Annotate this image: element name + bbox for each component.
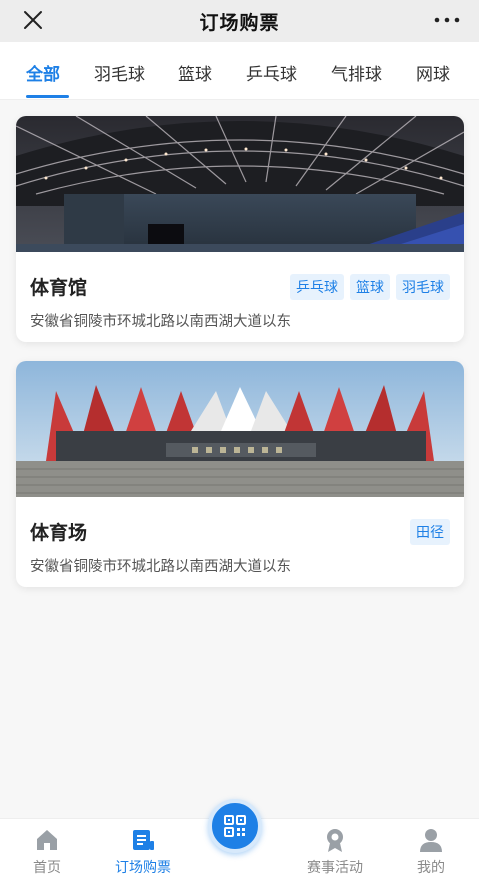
sport-tag: 篮球 bbox=[350, 274, 390, 300]
nav-booking[interactable]: 订场购票 bbox=[108, 827, 178, 877]
venue-name: 体育场 bbox=[30, 522, 88, 544]
title-bar: 订场购票 bbox=[0, 0, 479, 42]
venue-card[interactable]: 体育场 田径 安徽省铜陵市环城北路以南西湖大道以东 bbox=[16, 361, 464, 587]
nav-events[interactable]: 赛事活动 bbox=[300, 827, 370, 877]
category-tabs: 全部 羽毛球 篮球 乒乓球 气排球 网球 bbox=[0, 42, 479, 100]
ticket-icon bbox=[133, 830, 154, 850]
medal-icon bbox=[327, 829, 343, 852]
active-tab-indicator bbox=[26, 95, 69, 98]
sport-tag: 田径 bbox=[410, 519, 450, 545]
tab-air-volleyball[interactable]: 气排球 bbox=[331, 60, 382, 85]
tab-badminton[interactable]: 羽毛球 bbox=[94, 60, 145, 85]
tab-all[interactable]: 全部 bbox=[26, 60, 60, 85]
scan-button[interactable] bbox=[208, 799, 262, 853]
sport-tag: 乒乓球 bbox=[290, 274, 344, 300]
nav-home[interactable]: 首页 bbox=[12, 827, 82, 877]
home-icon bbox=[37, 830, 57, 850]
nav-home-label: 首页 bbox=[33, 860, 61, 876]
close-icon[interactable] bbox=[20, 7, 46, 33]
venue-tags: 田径 bbox=[410, 519, 450, 545]
user-icon bbox=[420, 829, 442, 852]
qr-code-icon bbox=[224, 815, 246, 837]
page-title: 订场购票 bbox=[199, 11, 280, 34]
venue-tags: 乒乓球 篮球 羽毛球 bbox=[290, 274, 450, 300]
nav-events-label: 赛事活动 bbox=[307, 860, 363, 876]
sport-tag: 羽毛球 bbox=[396, 274, 450, 300]
tab-basketball[interactable]: 篮球 bbox=[178, 60, 212, 85]
venue-address: 安徽省铜陵市环城北路以南西湖大道以东 bbox=[30, 314, 291, 330]
indoor-arena-photo bbox=[16, 116, 464, 252]
nav-booking-label: 订场购票 bbox=[115, 860, 171, 876]
more-options-icon[interactable] bbox=[433, 12, 461, 28]
venue-card[interactable]: 体育馆 乒乓球 篮球 羽毛球 安徽省铜陵市环城北路以南西湖大道以东 bbox=[16, 116, 464, 342]
nav-profile-label: 我的 bbox=[417, 860, 445, 876]
venue-name: 体育馆 bbox=[30, 277, 88, 299]
stadium-photo bbox=[16, 361, 464, 497]
tab-table-tennis[interactable]: 乒乓球 bbox=[246, 60, 297, 85]
tab-tennis[interactable]: 网球 bbox=[416, 60, 450, 85]
nav-profile[interactable]: 我的 bbox=[396, 827, 466, 877]
venue-address: 安徽省铜陵市环城北路以南西湖大道以东 bbox=[30, 559, 291, 575]
